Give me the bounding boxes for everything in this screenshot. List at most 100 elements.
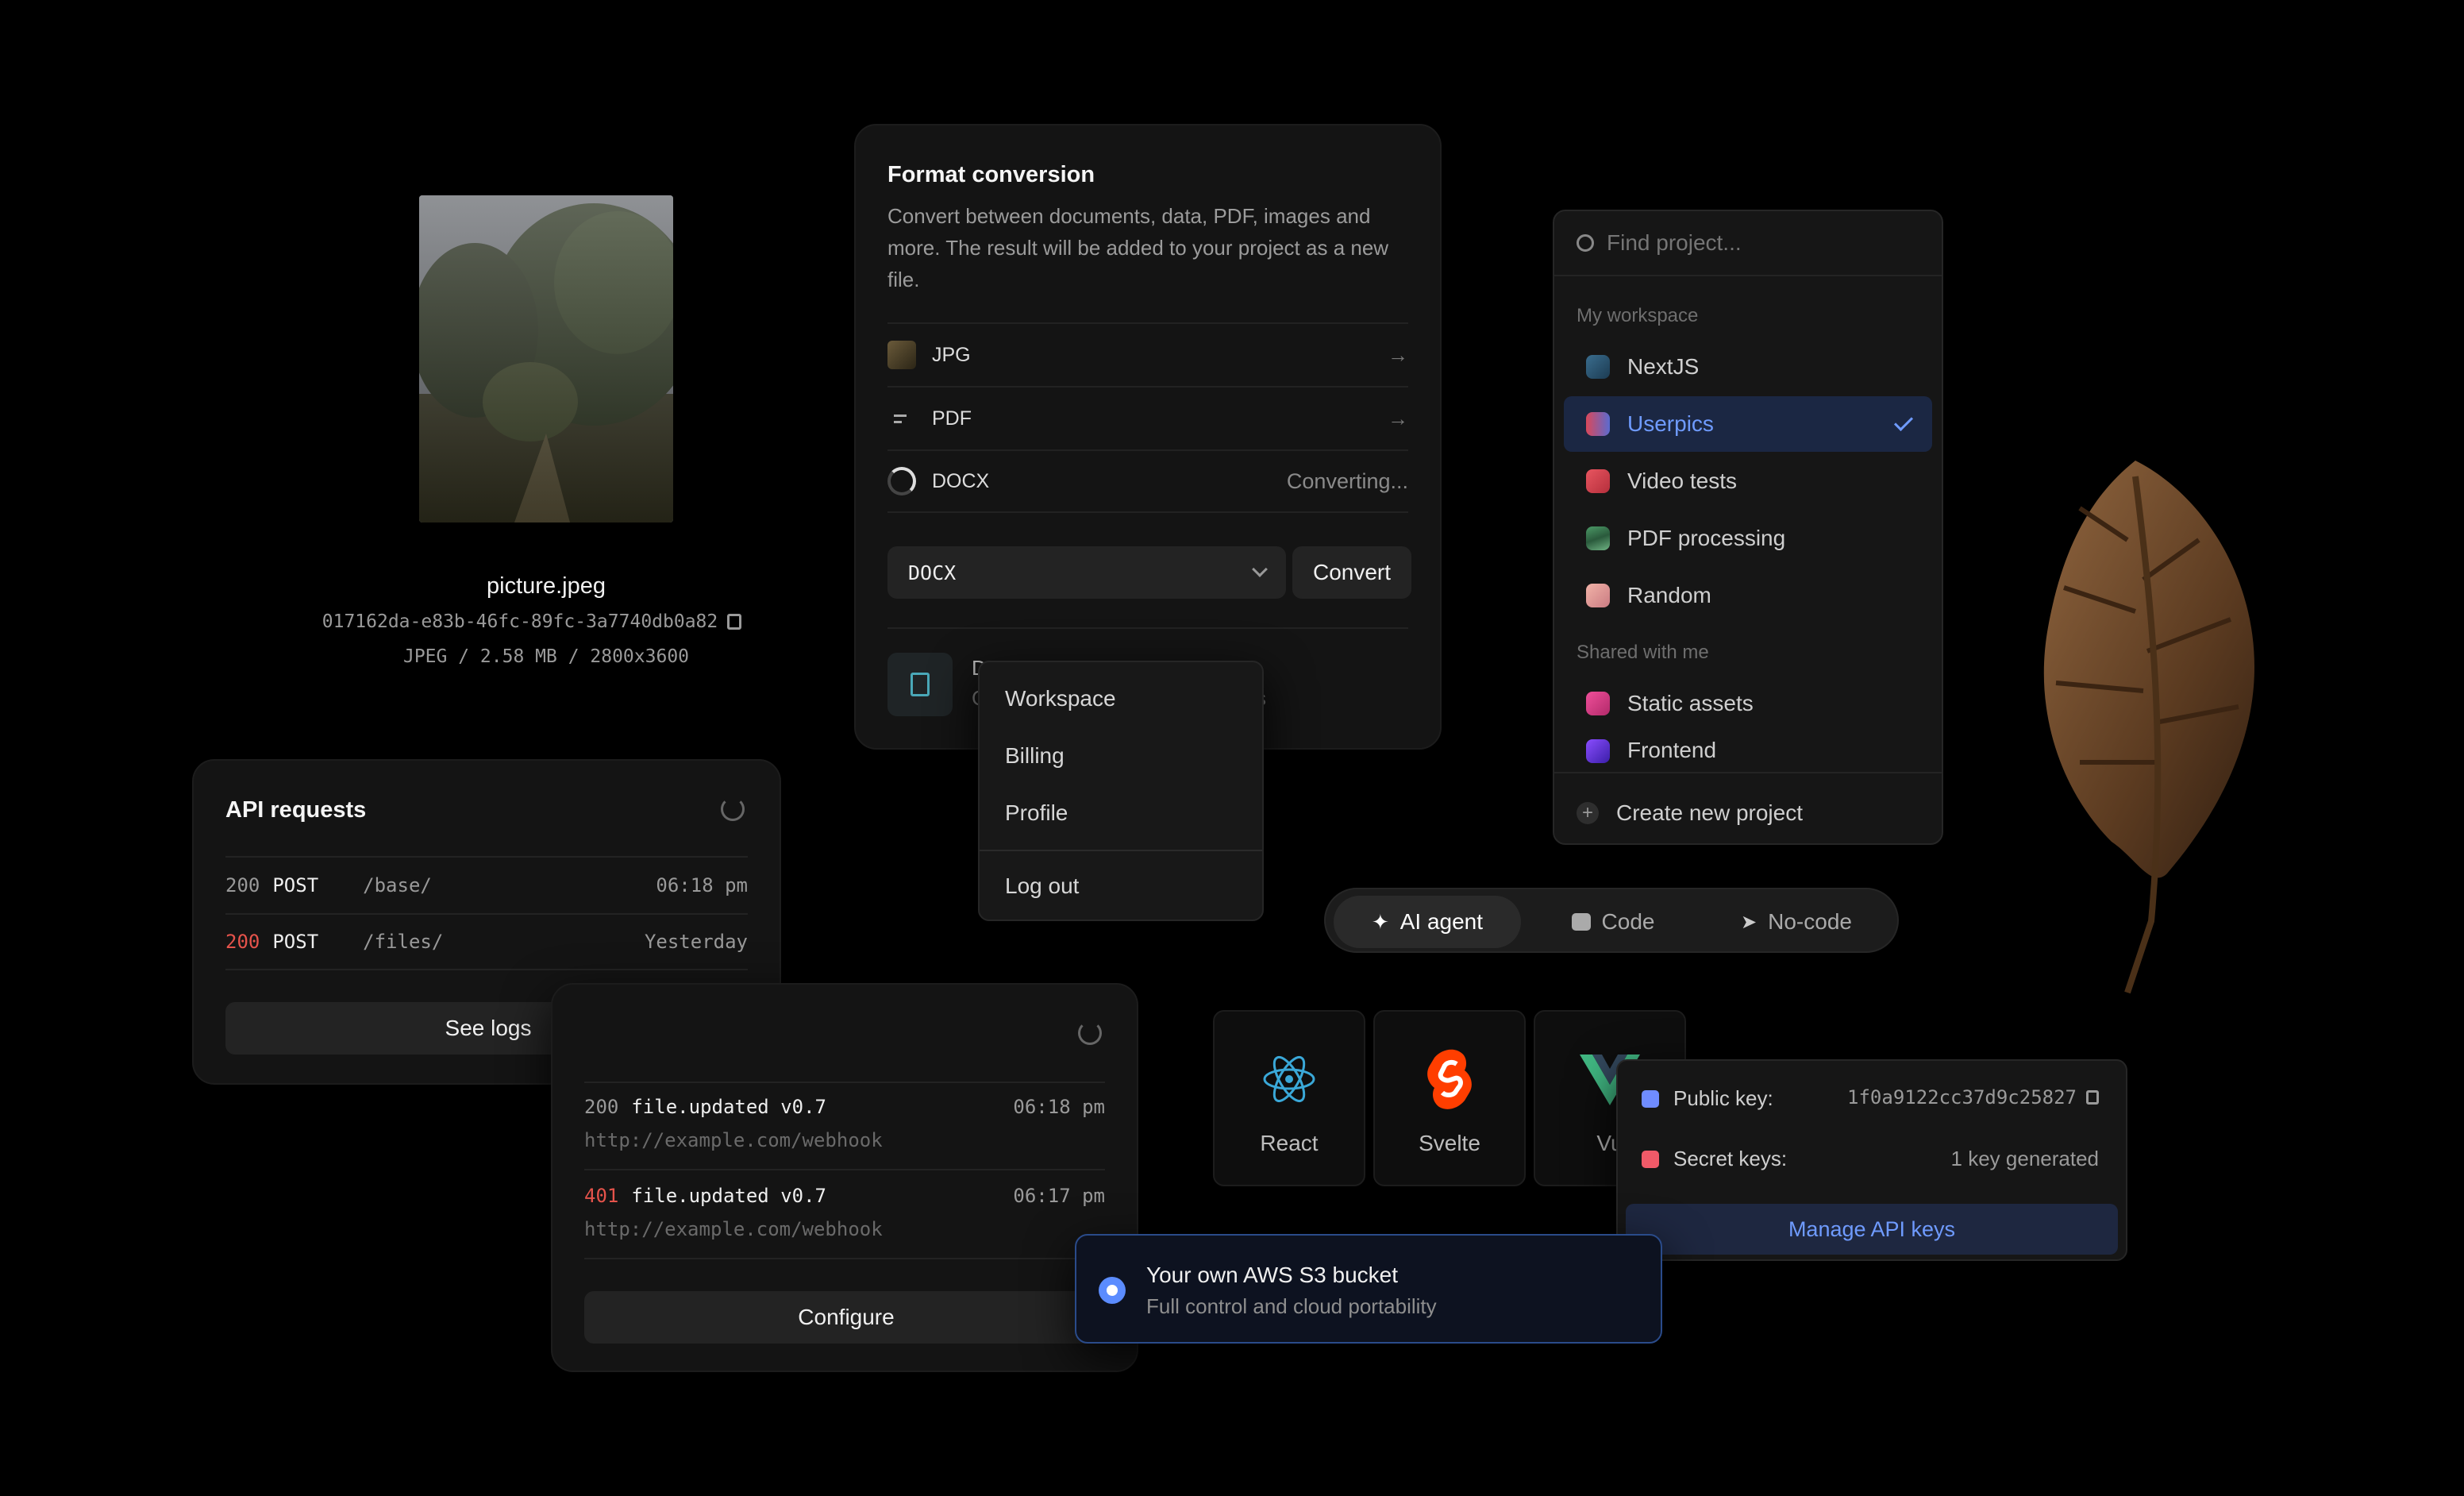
format-conversion-title: Format conversion <box>887 162 1095 187</box>
project-name: Static assets <box>1627 691 1754 715</box>
webhook-event: file.updated v0.7 <box>631 1185 826 1207</box>
tab-no-code[interactable]: ➤ No-code <box>1705 896 1888 948</box>
refresh-icon[interactable] <box>721 797 745 821</box>
file-hash: 017162da-e83b-46fc-89fc-3a7740db0a82 <box>321 611 718 632</box>
cursor-icon: ➤ <box>1741 911 1758 933</box>
divider <box>584 1082 1105 1083</box>
refresh-icon[interactable] <box>1078 1021 1102 1045</box>
terminal-icon <box>1571 913 1591 931</box>
divider <box>584 1169 1105 1170</box>
webhook-row[interactable]: 401 file.updated v0.7 06:17 pm http://ex… <box>584 1185 1105 1240</box>
menu-divider <box>980 850 1262 851</box>
menu-item-billing[interactable]: Billing <box>1005 743 1065 769</box>
project-color-swatch <box>1586 739 1610 763</box>
file-icon-tile <box>887 653 953 716</box>
divider <box>887 627 1408 629</box>
section-shared: Shared with me <box>1577 642 1709 663</box>
manage-api-keys-button[interactable]: Manage API keys <box>1626 1204 2118 1255</box>
format-label: JPG <box>932 343 971 366</box>
format-select-value: DOCX <box>908 561 957 584</box>
webhook-event: file.updated v0.7 <box>631 1096 826 1118</box>
format-row-jpg[interactable]: JPG → <box>887 322 1408 386</box>
file-name: picture.jpeg <box>487 573 606 599</box>
status-code: 401 <box>584 1185 619 1207</box>
divider <box>1554 772 1942 773</box>
format-conversion-description: Convert between documents, data, PDF, im… <box>887 204 1389 291</box>
framework-card-react[interactable]: React <box>1213 1010 1365 1186</box>
framework-label: Svelte <box>1419 1131 1480 1155</box>
format-conversion-card: Format conversion Convert between docume… <box>854 124 1442 750</box>
landscape-painting-image <box>419 195 673 522</box>
public-key-value-row: 1f0a9122cc37d9c25827 <box>1847 1086 2099 1109</box>
copy-icon[interactable] <box>2086 1090 2099 1105</box>
svelte-icon <box>1427 1049 1472 1109</box>
request-time: 06:18 pm <box>656 874 748 896</box>
project-item-nextjs[interactable]: NextJS <box>1564 339 1932 395</box>
file-hash-row: 017162da-e83b-46fc-89fc-3a7740db0a82 <box>318 611 746 632</box>
mode-tabs: ✦ AI agent Code ➤ No-code <box>1324 888 1899 953</box>
project-search[interactable] <box>1554 211 1942 276</box>
dried-leaf-image <box>2043 461 2254 994</box>
format-select[interactable]: DOCX <box>887 546 1286 599</box>
project-search-input[interactable] <box>1607 230 1908 256</box>
convert-button[interactable]: Convert <box>1292 546 1411 599</box>
public-key-value: 1f0a9122cc37d9c25827 <box>1847 1086 2077 1109</box>
tab-code[interactable]: Code <box>1534 896 1692 948</box>
project-item-random[interactable]: Random <box>1564 568 1932 623</box>
webhooks-card: 200 file.updated v0.7 06:18 pm http://ex… <box>551 983 1138 1372</box>
picture-thumbnail[interactable] <box>419 195 673 522</box>
webhook-row[interactable]: 200 file.updated v0.7 06:18 pm http://ex… <box>584 1096 1105 1151</box>
chevron-down-icon <box>1252 561 1268 577</box>
tab-label: AI agent <box>1399 909 1484 934</box>
key-icon <box>1642 1150 1659 1168</box>
create-project-button[interactable]: + Create new project <box>1577 789 1803 837</box>
project-name: PDF processing <box>1627 526 1786 550</box>
project-name: Random <box>1627 583 1711 607</box>
api-request-row[interactable]: 200 POST /base/ 06:18 pm <box>225 856 748 913</box>
project-item-userpics[interactable]: Userpics <box>1564 396 1932 452</box>
request-path: /base/ <box>363 874 432 896</box>
tab-ai-agent[interactable]: ✦ AI agent <box>1334 896 1521 948</box>
document-lines-icon <box>887 404 916 433</box>
format-label: PDF <box>932 407 972 430</box>
api-request-row[interactable]: 200 POST /files/ Yesterday <box>225 913 748 970</box>
file-icon <box>911 673 930 696</box>
project-color-swatch <box>1586 526 1610 550</box>
converting-status: Converting... <box>1286 468 1408 493</box>
storage-title: Your own AWS S3 bucket <box>1146 1263 1398 1287</box>
project-item-pdf-processing[interactable]: PDF processing <box>1564 511 1932 566</box>
plus-circle-icon: + <box>1577 802 1599 824</box>
http-method: POST <box>272 931 319 953</box>
project-name: Userpics <box>1627 411 1714 436</box>
api-keys-card: Public key: 1f0a9122cc37d9c25827 Secret … <box>1616 1059 2127 1261</box>
create-project-label: Create new project <box>1616 800 1804 825</box>
format-row-pdf[interactable]: PDF → <box>887 386 1408 449</box>
project-name: NextJS <box>1627 354 1700 379</box>
format-row-docx[interactable]: DOCX Converting... <box>887 449 1408 513</box>
storage-subtitle: Full control and cloud portability <box>1146 1294 1437 1318</box>
tab-label: No-code <box>1768 909 1852 934</box>
public-key-label: Public key: <box>1673 1086 1773 1110</box>
framework-label: React <box>1260 1131 1319 1155</box>
http-method: POST <box>272 874 319 896</box>
account-menu: Workspace Billing Profile Log out <box>978 661 1264 921</box>
configure-button[interactable]: Configure <box>584 1291 1108 1344</box>
framework-card-svelte[interactable]: Svelte <box>1373 1010 1526 1186</box>
project-item-frontend[interactable]: Frontend <box>1564 733 1932 771</box>
storage-option-s3[interactable]: Your own AWS S3 bucket Full control and … <box>1075 1234 1662 1344</box>
file-meta: JPEG / 2.58 MB / 2800x3600 <box>402 646 690 667</box>
project-item-video-tests[interactable]: Video tests <box>1564 453 1932 509</box>
menu-item-logout[interactable]: Log out <box>1005 873 1079 899</box>
project-color-swatch <box>1586 692 1610 715</box>
radio-selected[interactable] <box>1099 1277 1126 1304</box>
menu-item-profile[interactable]: Profile <box>1005 800 1068 826</box>
webhook-time: 06:18 pm <box>1013 1096 1105 1118</box>
project-color-swatch <box>1586 355 1610 379</box>
project-name: Video tests <box>1627 468 1738 493</box>
copy-icon[interactable] <box>727 614 742 630</box>
menu-item-workspace[interactable]: Workspace <box>1005 686 1116 711</box>
project-name: Frontend <box>1627 738 1717 762</box>
check-icon <box>1893 411 1914 432</box>
status-code: 200 <box>584 1096 619 1118</box>
project-item-static-assets[interactable]: Static assets <box>1564 676 1932 731</box>
